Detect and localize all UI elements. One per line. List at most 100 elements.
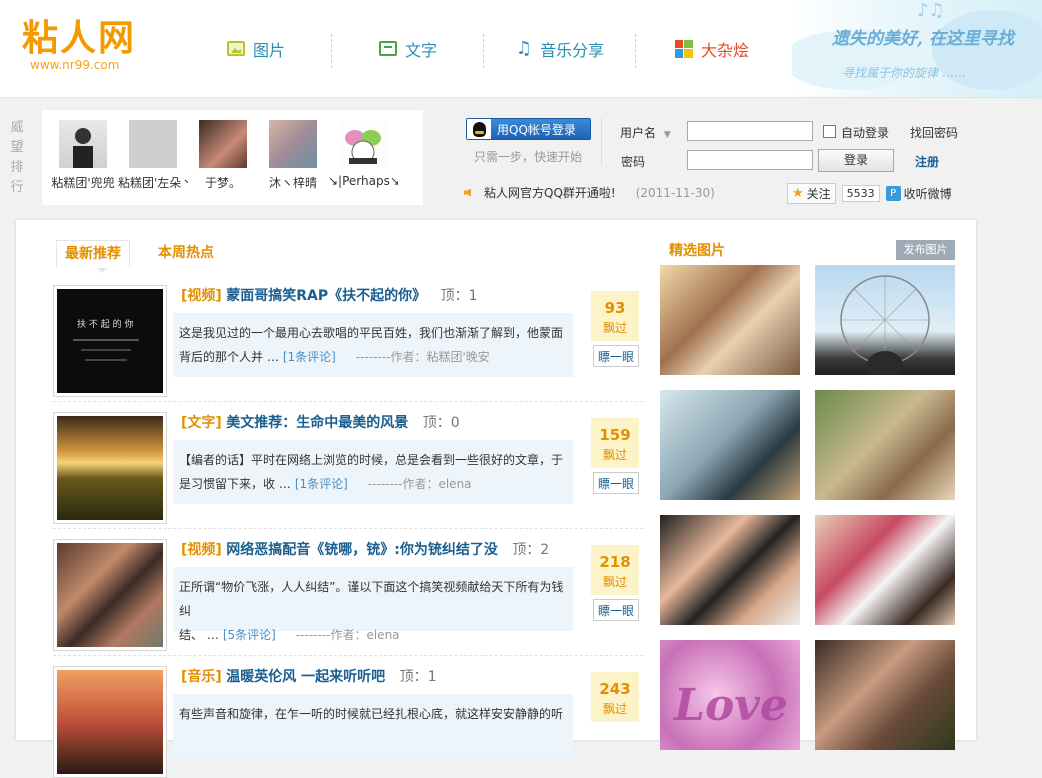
banner-line-2: 寻找属于你的旋律 ……: [842, 66, 966, 80]
main-nav: 图片 文字 ♫ 音乐分享 大杂烩: [180, 0, 788, 97]
tab-latest[interactable]: 最新推荐: [56, 240, 130, 273]
post-score-number: 218: [599, 553, 631, 571]
vote-user[interactable]: 粘糕团'兜兜: [48, 120, 118, 191]
nav-item-misc[interactable]: 大杂烩: [636, 0, 788, 97]
username-label[interactable]: 用户名 ▼: [620, 124, 671, 141]
chevron-down-icon: ▼: [663, 130, 671, 140]
username-input[interactable]: [687, 121, 813, 141]
post-score: 159 飘过: [591, 418, 639, 468]
featured-image[interactable]: [815, 640, 955, 750]
post-excerpt-line: 背后的那个人并 …: [179, 350, 279, 364]
avatar[interactable]: [339, 120, 387, 168]
vote-user[interactable]: 粘糕团'左朵丶: [118, 120, 188, 191]
post-excerpt-line: 有些声音和旋律，在乍一听的时候就已经扎根心底，就这样安安静静的听: [179, 707, 564, 721]
featured-image-grid: Love: [660, 265, 955, 750]
featured-image[interactable]: [660, 390, 800, 500]
vote-ranking: 粘糕团'兜兜 粘糕团'左朵丶 于梦。 沐ヽ梓晴 ↘|Perhaps↘: [42, 110, 423, 205]
vote-user[interactable]: 沐ヽ梓晴: [258, 120, 328, 191]
featured-image[interactable]: [815, 265, 955, 379]
site-logo[interactable]: 粘人网 www.nr99.com: [22, 18, 136, 72]
register-link[interactable]: 注册: [915, 153, 939, 170]
follower-count: 5533: [841, 185, 880, 202]
post-title[interactable]: [文字] 美文推荐：生命中最美的风景 顶：0: [181, 412, 460, 432]
post-title-text: 蒙面哥搞笑RAP《扶不起的你》: [226, 288, 427, 304]
glance-button[interactable]: 瞟一眼: [593, 599, 639, 621]
avatar[interactable]: [199, 120, 247, 168]
svg-text:Love: Love: [672, 680, 788, 731]
notice: 粘人网官方QQ群开通啦! (2011-11-30): [464, 184, 715, 201]
nav-item-images[interactable]: 图片: [180, 0, 332, 97]
post-score-label: 飘过: [602, 448, 627, 462]
vote-user[interactable]: ↘|Perhaps↘: [328, 120, 398, 191]
nav-label: 图片: [252, 40, 285, 60]
nav-item-music[interactable]: ♫ 音乐分享: [484, 0, 636, 97]
post-score: 93 飘过: [591, 291, 639, 341]
post-thumbnail[interactable]: [53, 412, 167, 524]
post-thumbnail[interactable]: 扶 不 起 的 你: [53, 285, 167, 397]
post-score-number: 243: [599, 680, 631, 698]
nav-label: 文字: [404, 40, 437, 60]
auto-login-label[interactable]: 自动登录: [841, 124, 889, 141]
post-category: [视频]: [181, 542, 222, 558]
vote-user-name: 粘糕团'左朵丶: [118, 176, 188, 190]
post-title-text: 网络恶搞配音《铳哪，铳》:你为铳纠结了没: [226, 542, 498, 558]
post-excerpt: 【编者的话】平时在网络上浏览的时候，总是会看到一些很好的文章，于 是习惯留下来，…: [173, 440, 573, 504]
post-comments-link[interactable]: [1条评论]: [283, 350, 336, 364]
notice-date: (2011-11-30): [635, 185, 715, 200]
featured-image[interactable]: [660, 515, 800, 625]
nav-label: 大杂烩: [700, 40, 749, 60]
post-item: [音乐] 温暖英伦风 一起来听听吧 顶：1 有些声音和旋律，在乍一听的时候就已经…: [53, 666, 643, 778]
nav-label: 音乐分享: [540, 40, 605, 60]
mosaic-icon: [674, 39, 693, 58]
site-header: 粘人网 www.nr99.com 图片 文字 ♫ 音乐分享 大杂烩 ♪♫ 遗失的…: [0, 0, 1042, 98]
post-title[interactable]: [音乐] 温暖英伦风 一起来听听吧 顶：1: [181, 666, 437, 686]
nav-item-text[interactable]: 文字: [332, 0, 484, 97]
glance-button[interactable]: 瞟一眼: [593, 345, 639, 367]
glance-button[interactable]: 瞟一眼: [593, 472, 639, 494]
post-thumbnail[interactable]: [53, 666, 167, 778]
post-divider: [53, 528, 643, 529]
post-title[interactable]: [视频] 网络恶搞配音《铳哪，铳》:你为铳纠结了没 顶：2: [181, 539, 549, 559]
post-top-count: 顶：2: [512, 542, 550, 558]
music-icon: ♫: [515, 38, 533, 59]
avatar[interactable]: [59, 120, 107, 168]
post-excerpt: 这是我见过的一个最用心去歌唱的平民百姓，我们也渐渐了解到，他蒙面 背后的那个人并…: [173, 313, 573, 377]
post-title[interactable]: [视频] 蒙面哥搞笑RAP《扶不起的你》 顶：1: [181, 285, 478, 305]
vote-user-name: 于梦。: [204, 176, 241, 190]
tab-weekly-hot[interactable]: 本周热点: [150, 240, 222, 266]
login-button[interactable]: 登录: [818, 149, 894, 172]
auto-login-checkbox[interactable]: [823, 125, 836, 138]
featured-image[interactable]: [660, 265, 800, 375]
find-password-link[interactable]: 找回密码: [910, 124, 958, 141]
post-item: 扶 不 起 的 你 [视频] 蒙面哥搞笑RAP《扶不起的你》 顶：1 这是我见过…: [53, 285, 643, 397]
post-author: --------作者：粘糕团'晚安: [355, 350, 490, 364]
featured-image[interactable]: Love: [660, 640, 800, 750]
post-divider: [53, 401, 643, 402]
post-top-count: 顶：1: [399, 669, 437, 685]
vote-user[interactable]: 于梦。: [188, 120, 258, 191]
follow-button[interactable]: ★ 关注: [787, 183, 836, 204]
post-score-number: 93: [604, 299, 626, 317]
avatar[interactable]: [269, 120, 317, 168]
post-title-text: 美文推荐：生命中最美的风景: [226, 415, 409, 431]
publish-image-button[interactable]: 发布图片: [896, 240, 955, 260]
qq-login-button[interactable]: 用QQ帐号登录: [466, 118, 591, 140]
post-score-label: 飘过: [602, 702, 627, 716]
password-input[interactable]: [687, 150, 813, 170]
weibo-icon: P: [885, 186, 901, 201]
post-comments-link[interactable]: [1条评论]: [295, 477, 348, 491]
featured-image[interactable]: [815, 390, 955, 500]
post-comments-link[interactable]: [5条评论]: [223, 628, 276, 642]
notice-link[interactable]: 粘人网官方QQ群开通啦!: [484, 184, 616, 201]
post-thumbnail[interactable]: [53, 539, 167, 651]
listen-weibo-button[interactable]: P 收听微博: [885, 185, 952, 202]
password-label: 密码: [621, 155, 646, 169]
follow-label: 关注: [806, 187, 831, 201]
post-top-count: 顶：0: [422, 415, 460, 431]
avatar[interactable]: [129, 120, 177, 168]
qq-login-label: 用QQ帐号登录: [497, 122, 576, 137]
logo-text: 粘人网: [22, 17, 137, 59]
star-icon: ★: [792, 186, 804, 201]
featured-image[interactable]: [815, 515, 955, 625]
svg-text:扶 不 起 的 你: 扶 不 起 的 你: [77, 318, 133, 330]
